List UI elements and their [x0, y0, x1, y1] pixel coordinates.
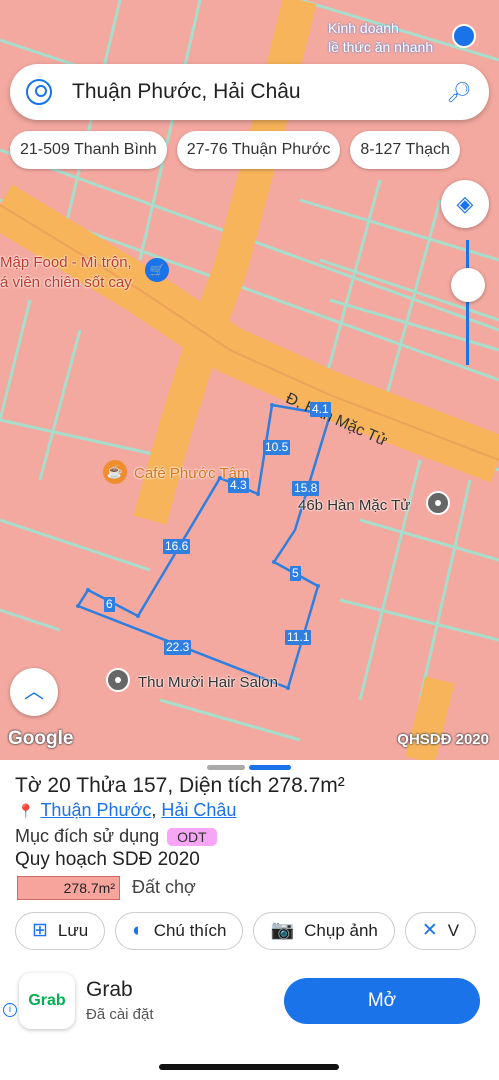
- info-icon[interactable]: i: [3, 1003, 17, 1017]
- opacity-slider-knob[interactable]: [451, 268, 485, 302]
- dimension-label: 11.1: [285, 630, 312, 645]
- photo-label: Chụp ảnh: [304, 921, 378, 940]
- dimension-label: 16.6: [163, 539, 191, 554]
- dimension-label: 4.1: [310, 402, 331, 417]
- location-icon[interactable]: [452, 24, 476, 48]
- address-separator: ,: [151, 800, 162, 820]
- address-link-district[interactable]: Hải Châu: [161, 800, 236, 820]
- chevron-up-icon[interactable]: ︿: [10, 668, 58, 716]
- poi-label-food-1[interactable]: Mập Food - Mì trộn,: [0, 254, 132, 271]
- ad-app-subtitle: Đã cài đặt: [86, 1006, 154, 1023]
- purpose-row: Mục đích sử dụng ODT: [15, 826, 217, 847]
- add-bookmark-icon: ⊞: [32, 920, 48, 941]
- purpose-badge: ODT: [167, 828, 217, 846]
- coffee-icon[interactable]: ☕: [103, 460, 127, 484]
- layers-icon[interactable]: ◈: [441, 180, 489, 228]
- dimension-label: 15.8: [292, 481, 320, 496]
- parcel-address: 📍 Thuận Phước, Hải Châu: [17, 800, 236, 821]
- camera-icon: 📷: [270, 920, 295, 941]
- measure-button[interactable]: ✕ V: [404, 912, 477, 950]
- bottom-sheet: Tờ 20 Thửa 157, Diện tích 278.7m² 📍 Thuận…: [0, 760, 499, 1080]
- app-ad: i Grab Grab Đã cài đặt Mở: [0, 965, 499, 1045]
- search-query[interactable]: Thuận Phước, Hải Châu: [72, 80, 439, 104]
- plan-title: Quy hoạch SDĐ 2020: [15, 849, 200, 870]
- poi-label-address[interactable]: 46b Hàn Mặc Tử: [298, 497, 410, 514]
- contrast-icon: ◐: [132, 920, 144, 941]
- map-view[interactable]: Kinh doanh lề thức ăn nhanh 🛒 Mập Food -…: [0, 0, 499, 760]
- chip-suggestion[interactable]: 21-509 Thanh Bình: [10, 131, 167, 169]
- chip-suggestion[interactable]: 27-76 Thuận Phước: [176, 131, 341, 169]
- dimension-label: 22.3: [164, 640, 192, 655]
- measure-icon: ✕: [421, 920, 438, 941]
- ad-app-name: Grab: [86, 978, 133, 1001]
- dimension-label: 4.3: [228, 478, 249, 493]
- top-ad-text[interactable]: Kinh doanh lề thức ăn nhanh: [328, 19, 433, 57]
- account-icon[interactable]: [26, 79, 52, 105]
- area-swatch: 278.7m²: [17, 876, 120, 900]
- salon-pin-icon[interactable]: [106, 668, 130, 692]
- sheet-handle-active[interactable]: [249, 765, 291, 770]
- dimension-label: 5: [290, 566, 301, 581]
- photo-button[interactable]: 📷 Chụp ảnh: [253, 912, 395, 950]
- sheet-handle[interactable]: [207, 765, 245, 770]
- legend-button[interactable]: ◐ Chú thích: [115, 912, 244, 950]
- grab-logo[interactable]: Grab: [19, 973, 75, 1029]
- purpose-label: Mục đích sử dụng: [15, 826, 160, 846]
- dimension-label: 6: [104, 597, 115, 612]
- save-button[interactable]: ⊞ Lưu: [15, 912, 106, 950]
- chip-suggestion[interactable]: 8-127 Thạch: [350, 131, 460, 169]
- dimension-label: 10.5: [263, 440, 291, 455]
- home-indicator[interactable]: [159, 1064, 339, 1070]
- map-pin-icon: 📍: [17, 803, 35, 819]
- save-label: Lưu: [57, 921, 89, 940]
- address-link-ward[interactable]: Thuận Phước: [40, 800, 151, 820]
- location-pin-icon[interactable]: [426, 491, 450, 515]
- top-ad-line1: Kinh doanh: [328, 20, 399, 36]
- legend-label: Chú thích: [153, 921, 227, 940]
- parcel-title: Tờ 20 Thửa 157, Diện tích 278.7m²: [15, 774, 345, 797]
- land-type: Đất chợ: [132, 877, 196, 897]
- layer-name: QHSDĐ 2020: [397, 731, 489, 748]
- top-ad-line2: lề thức ăn nhanh: [328, 39, 434, 55]
- search-icon[interactable]: 🔎︎: [439, 80, 479, 105]
- poi-label-salon[interactable]: Thu Mười Hair Salon: [138, 674, 278, 691]
- google-logo: Google: [8, 728, 74, 749]
- shopping-cart-icon[interactable]: 🛒: [145, 258, 169, 282]
- chip-row: 21-509 Thanh Bình 27-76 Thuận Phước 8-12…: [10, 131, 460, 169]
- poi-label-food-2[interactable]: á viên chiên sốt cay: [0, 274, 132, 291]
- search-bar[interactable]: Thuận Phước, Hải Châu 🔎︎: [10, 64, 489, 120]
- measure-label: V: [447, 921, 460, 940]
- action-row: ⊞ Lưu ◐ Chú thích 📷 Chụp ảnh ✕ V: [15, 912, 477, 950]
- open-app-button[interactable]: Mở: [284, 978, 480, 1024]
- opacity-slider-track[interactable]: [466, 240, 469, 365]
